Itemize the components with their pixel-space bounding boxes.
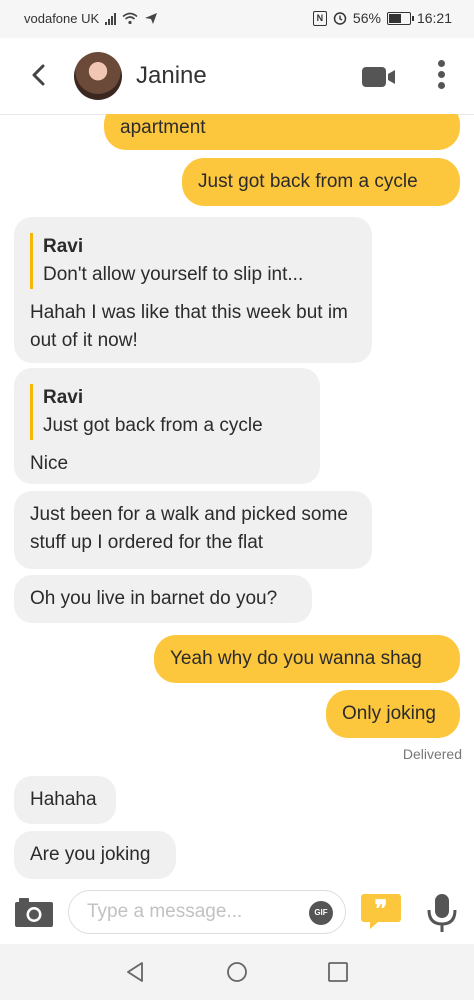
contact-avatar[interactable] <box>74 52 122 100</box>
quote-author: Ravi <box>43 236 84 257</box>
message-text: Yeah why do you wanna shag <box>170 648 422 669</box>
nav-back-icon[interactable] <box>124 961 146 983</box>
message-text: Oh you live in barnet do you? <box>30 588 278 609</box>
message-list[interactable]: apartment Just got back from a cycle Rav… <box>0 114 474 882</box>
message-bubble-outgoing[interactable]: Only joking <box>326 690 460 738</box>
message-text: Hahaha <box>30 789 97 810</box>
nav-home-icon[interactable] <box>226 961 248 983</box>
message-bubble-incoming[interactable]: Ravi Just got back from a cycle Nice <box>14 368 320 484</box>
carrier-label: vodafone UK <box>24 11 100 26</box>
message-text: apartment <box>120 117 206 138</box>
message-bubble-outgoing[interactable]: Just got back from a cycle <box>182 158 460 206</box>
message-input[interactable] <box>85 900 289 924</box>
battery-percent: 56% <box>352 10 381 26</box>
message-bubble-incoming[interactable]: Ravi Don't allow yourself to slip int...… <box>14 217 372 363</box>
microphone-icon[interactable] <box>425 892 459 934</box>
battery-icon <box>386 11 414 25</box>
alarm-icon <box>333 12 347 25</box>
quote-bubble-icon[interactable]: ❞ <box>360 892 402 930</box>
quote-text: Just got back from a cycle <box>43 415 263 436</box>
clock: 16:21 <box>416 10 452 26</box>
message-text: Hahah I was like that this week but im o… <box>30 302 348 351</box>
nav-recents-icon[interactable] <box>327 961 349 983</box>
message-bubble-outgoing[interactable]: apartment <box>104 114 460 150</box>
message-text: Just got back from a cycle <box>198 171 418 192</box>
send-arrow-icon <box>145 13 158 24</box>
signal-icon <box>105 12 117 25</box>
video-call-icon[interactable] <box>362 66 396 88</box>
message-text: Nice <box>30 453 69 474</box>
status-bar: vodafone UK N 56% 16:21 <box>0 0 474 38</box>
quote-author: Ravi <box>43 387 84 408</box>
back-arrow-icon[interactable] <box>24 60 54 90</box>
message-text: Only joking <box>342 703 436 724</box>
message-bubble-incoming[interactable]: Are you joking <box>14 831 176 879</box>
system-navigation-bar <box>0 944 474 1000</box>
message-bubble-incoming[interactable]: Just been for a walk and picked some stu… <box>14 491 372 569</box>
gif-button[interactable]: GIF <box>309 901 333 925</box>
delivered-status: Delivered <box>402 746 462 762</box>
camera-icon[interactable] <box>14 896 54 928</box>
chat-header: Janine <box>0 38 474 115</box>
message-composer: GIF ❞ <box>0 882 474 944</box>
wifi-icon <box>122 12 138 25</box>
message-text: Just been for a walk and picked some stu… <box>30 504 348 553</box>
message-bubble-outgoing[interactable]: Yeah why do you wanna shag <box>154 635 460 683</box>
more-options-icon[interactable] <box>434 60 448 94</box>
contact-name[interactable]: Janine <box>136 62 207 90</box>
nfc-icon: N <box>312 10 327 26</box>
svg-text:❞: ❞ <box>375 897 388 923</box>
message-bubble-incoming[interactable]: Hahaha <box>14 776 116 824</box>
message-text: Are you joking <box>30 844 151 865</box>
message-input-box[interactable]: GIF <box>68 890 346 934</box>
reply-quote: Ravi Don't allow yourself to slip int... <box>30 233 356 289</box>
quote-text: Don't allow yourself to slip int... <box>43 264 304 285</box>
message-bubble-incoming[interactable]: Oh you live in barnet do you? <box>14 575 312 623</box>
reply-quote: Ravi Just got back from a cycle <box>30 384 304 440</box>
